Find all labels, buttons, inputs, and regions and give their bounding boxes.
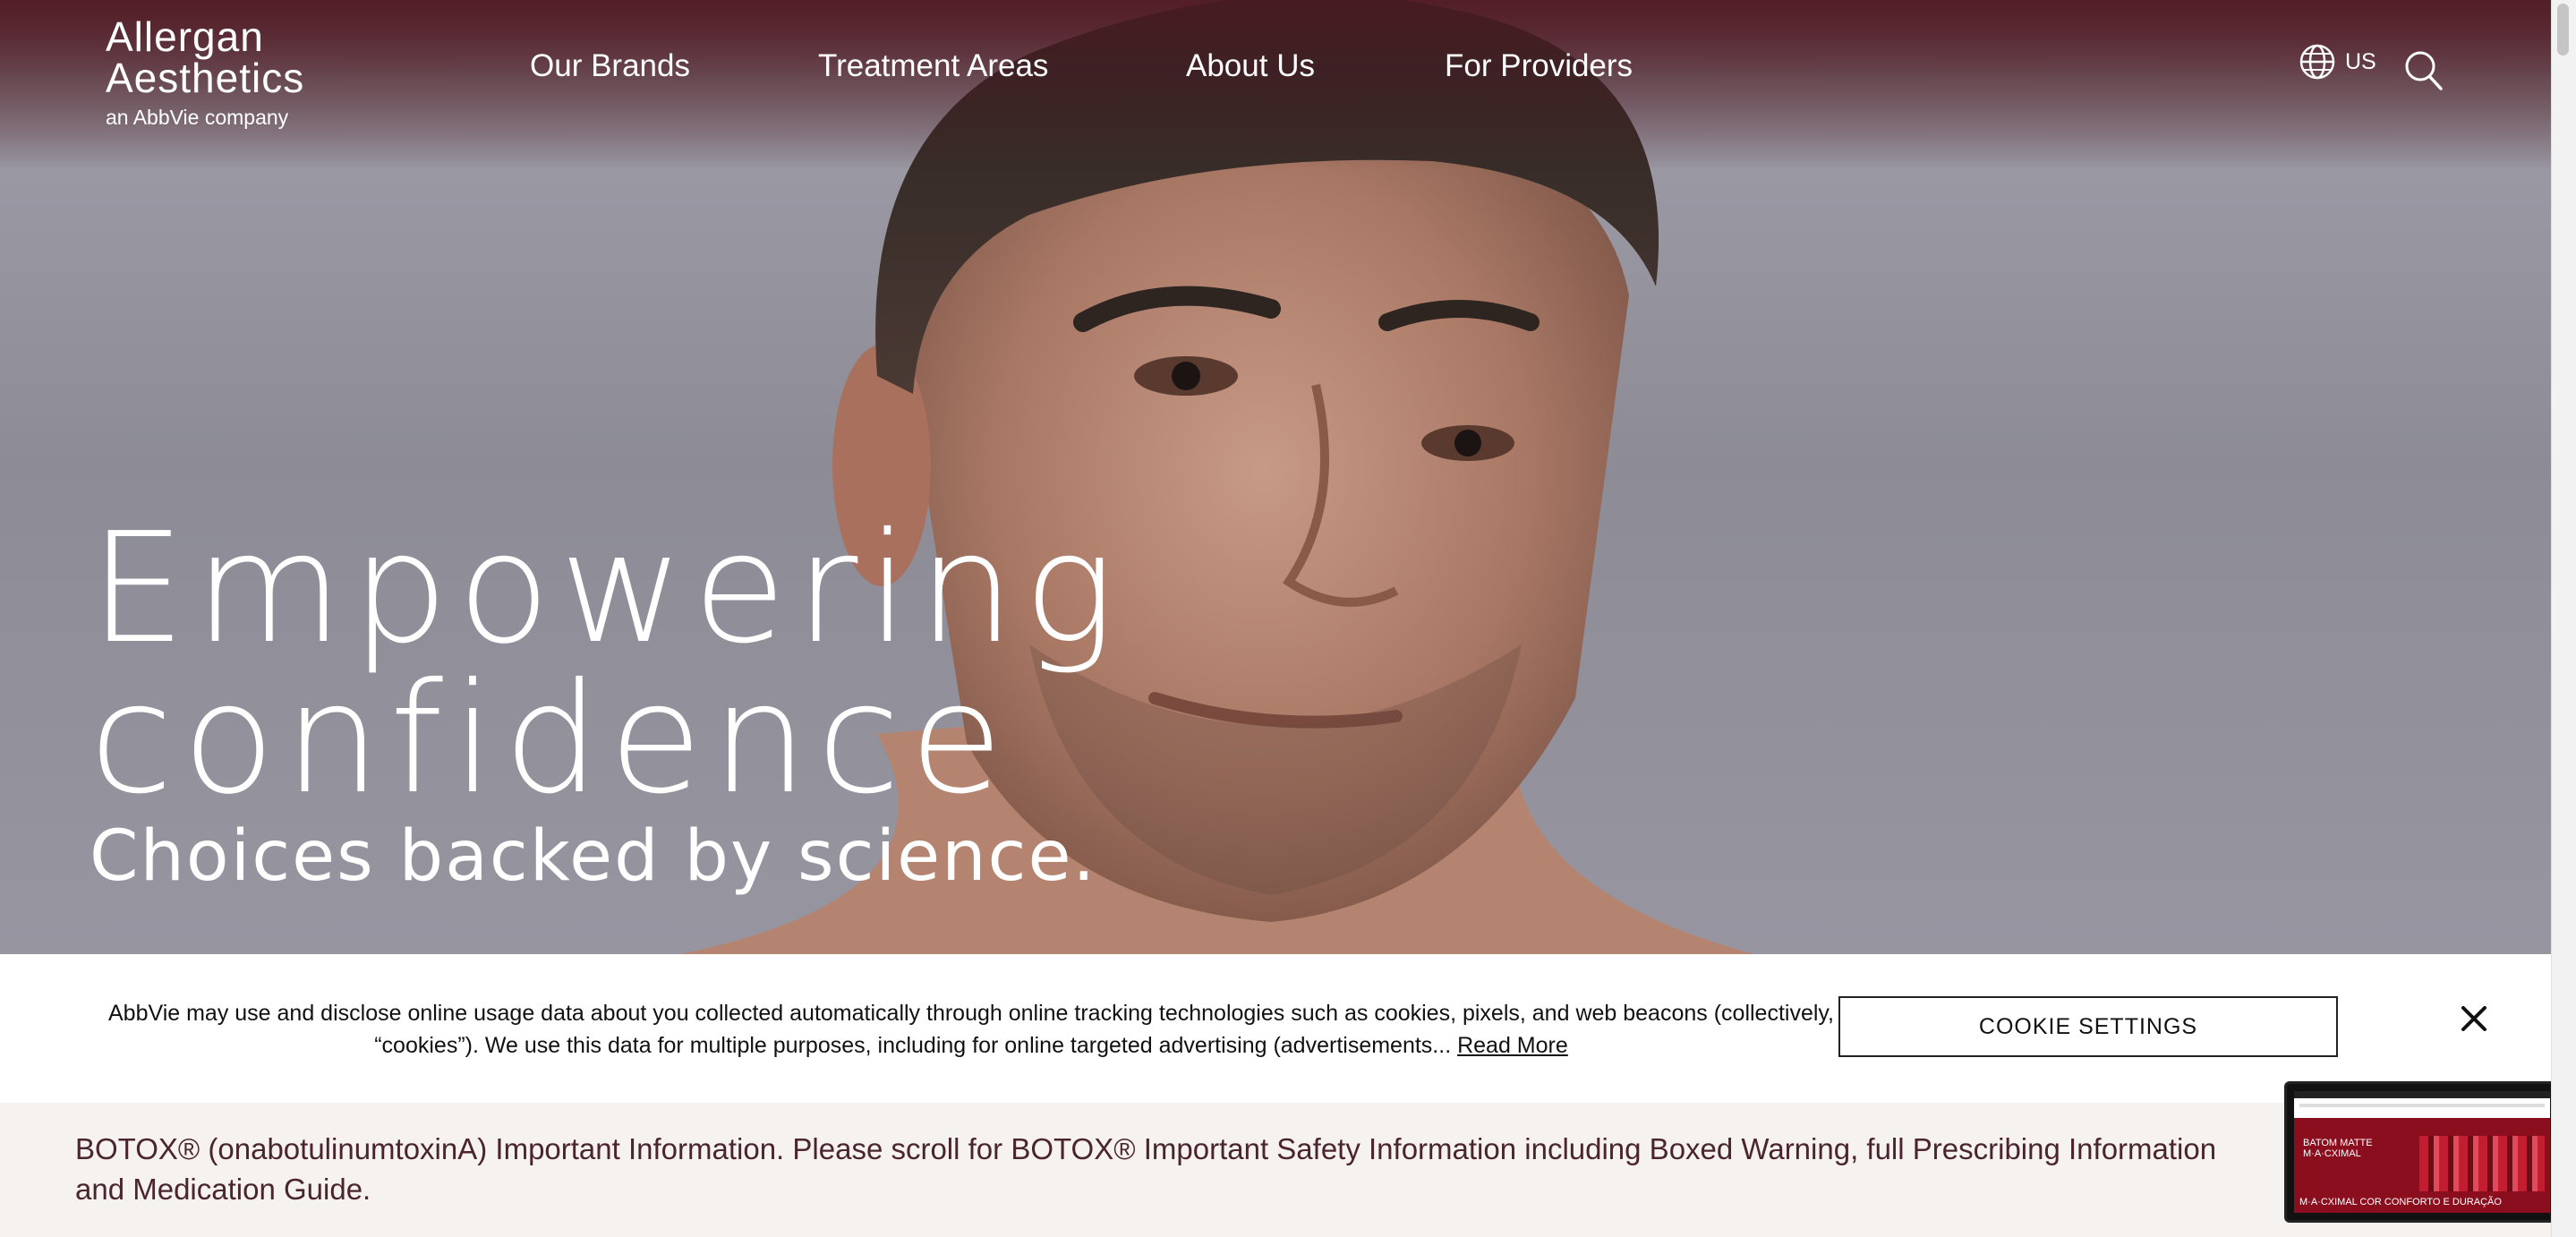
logo-tagline: an AbbVie company bbox=[106, 106, 289, 129]
nav-our-brands[interactable]: Our Brands bbox=[530, 48, 690, 84]
cookie-notice: AbbVie may use and disclose online usage… bbox=[54, 997, 1889, 1062]
globe-icon bbox=[2299, 44, 2335, 80]
hero-headline-line-1: Empowering bbox=[90, 500, 1124, 678]
logo-line-1: Allergan bbox=[106, 13, 264, 60]
close-icon[interactable] bbox=[2460, 1004, 2488, 1033]
locale-selector[interactable]: US bbox=[2299, 43, 2376, 81]
thumbnail-lipsticks bbox=[2419, 1136, 2545, 1191]
thumbnail-caption: M·A·CXIMAL COR CONFORTO E DURAÇÃO bbox=[2299, 1197, 2502, 1207]
page-scrollbar[interactable] bbox=[2551, 0, 2576, 1237]
logo-line-2: Aesthetics bbox=[106, 55, 305, 101]
brand-logo[interactable]: Allergan Aesthetics an AbbVie company bbox=[106, 16, 304, 130]
nav-for-providers[interactable]: For Providers bbox=[1445, 48, 1633, 84]
video-thumbnail[interactable]: BATOM MATTE M·A·CXIMAL M·A·CXIMAL COR CO… bbox=[2284, 1081, 2560, 1223]
nav-treatment-areas[interactable]: Treatment Areas bbox=[818, 48, 1048, 84]
hero-banner: Allergan Aesthetics an AbbVie company Ou… bbox=[0, 0, 2551, 954]
cookie-banner: AbbVie may use and disclose online usage… bbox=[0, 954, 2551, 1103]
header-gradient bbox=[0, 0, 2551, 170]
cookie-settings-button[interactable]: COOKIE SETTINGS bbox=[1838, 996, 2338, 1057]
thumbnail-subtitle: M·A·CXIMAL bbox=[2303, 1148, 2361, 1159]
search-icon[interactable] bbox=[2404, 50, 2444, 91]
hero-headline-line-2: confidence bbox=[90, 651, 1012, 828]
cookie-notice-text: AbbVie may use and disclose online usage… bbox=[107, 1001, 1834, 1058]
nav-about-us[interactable]: About Us bbox=[1186, 48, 1315, 84]
video-thumbnail-image: BATOM MATTE M·A·CXIMAL M·A·CXIMAL COR CO… bbox=[2294, 1091, 2550, 1213]
thumbnail-title: BATOM MATTE bbox=[2303, 1138, 2373, 1148]
hero-headline: Empowering confidence bbox=[90, 500, 1124, 828]
scrollbar-thumb[interactable] bbox=[2557, 4, 2569, 55]
important-info-bar: BOTOX® (onabotulinumtoxinA) Important In… bbox=[0, 1103, 2551, 1237]
hero-subheadline: Choices backed by science. bbox=[90, 816, 1097, 897]
important-info-text: BOTOX® (onabotulinumtoxinA) Important In… bbox=[75, 1132, 2217, 1206]
read-more-link[interactable]: Read More bbox=[1457, 1033, 1568, 1058]
locale-label: US bbox=[2345, 48, 2376, 74]
